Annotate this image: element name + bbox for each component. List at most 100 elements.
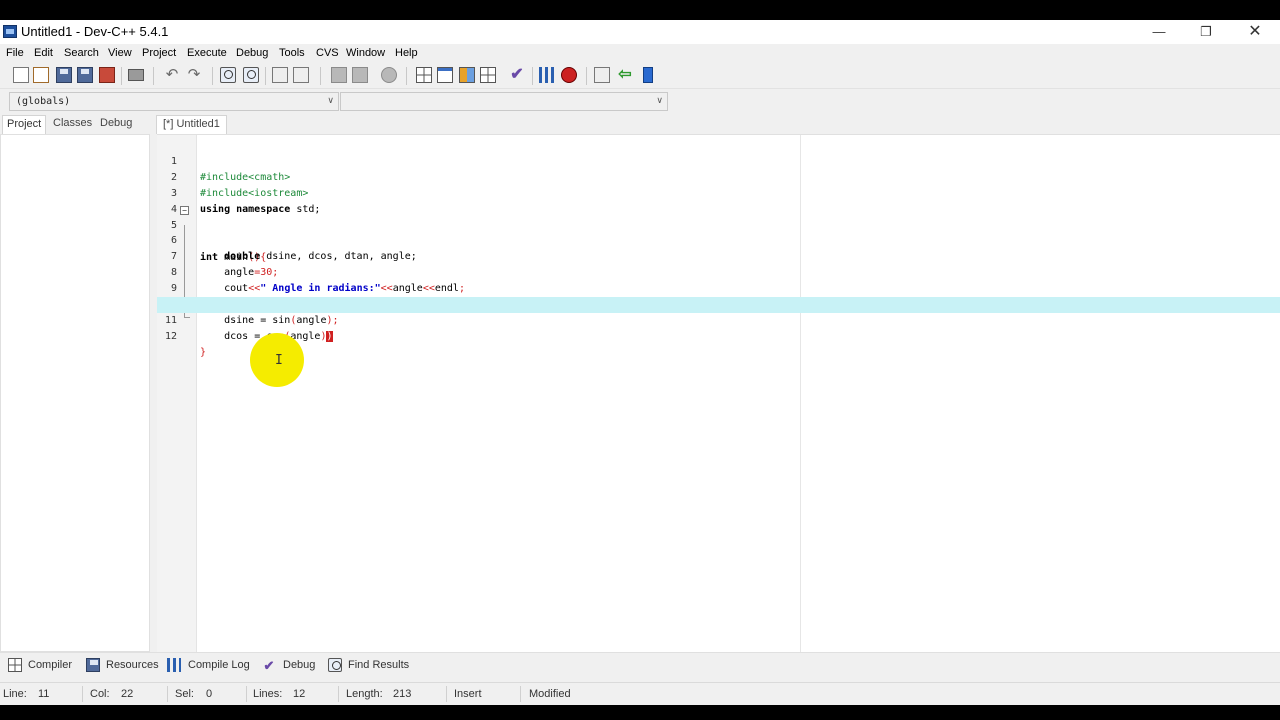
menu-cvs[interactable]: CVS <box>316 47 339 59</box>
insert-class-icon[interactable] <box>640 67 656 83</box>
debug-icon[interactable] <box>561 67 577 83</box>
goto-icon[interactable] <box>381 67 397 83</box>
syntax-check-icon[interactable]: ✔ <box>509 67 525 83</box>
tab-project[interactable]: Project <box>2 115 47 134</box>
undo-icon[interactable]: ↶ <box>164 67 180 83</box>
code-line: 7 angle=30; <box>157 233 1280 278</box>
save-icon[interactable] <box>56 67 72 83</box>
menu-bar: File Edit Search View Project Execute De… <box>0 44 1280 62</box>
tab-debug[interactable]: Debug <box>96 115 136 134</box>
tab-resources[interactable]: Resources <box>106 659 159 671</box>
close-button[interactable]: ✕ <box>1232 20 1278 44</box>
status-separator <box>338 686 339 702</box>
compile-run-icon[interactable] <box>459 67 475 83</box>
menu-view[interactable]: View <box>108 47 132 59</box>
status-separator <box>446 686 447 702</box>
tab-find-results[interactable]: Find Results <box>348 659 409 671</box>
status-separator <box>167 686 168 702</box>
code-line: 5 − int main(){ <box>157 202 1280 263</box>
member-combo[interactable]: ∨ <box>340 92 668 111</box>
devcpp-window: Untitled1 - Dev-C++ 5.4.1 — ❐ ✕ File Edi… <box>0 20 1280 705</box>
menu-execute[interactable]: Execute <box>187 47 227 59</box>
line-number: 12 <box>164 330 177 342</box>
run-icon[interactable] <box>437 67 453 83</box>
toolbar-separator <box>212 67 213 85</box>
status-lines-label: Lines: <box>253 688 283 700</box>
close-file-icon[interactable] <box>99 67 115 83</box>
status-sel-label: Sel: <box>175 688 194 700</box>
menu-edit[interactable]: Edit <box>34 47 53 59</box>
replace-icon[interactable] <box>243 67 259 83</box>
menu-help[interactable]: Help <box>395 47 418 59</box>
ibeam-cursor-icon: I <box>275 353 283 368</box>
current-code-line: 11 dcos = cos(angle)) <box>157 296 1280 342</box>
rebuild-icon[interactable] <box>480 67 496 83</box>
maximize-button[interactable]: ❐ <box>1183 20 1229 44</box>
resources-icon <box>86 658 100 672</box>
menu-file[interactable]: File <box>6 47 24 59</box>
code-line: 4 <box>157 186 1280 215</box>
tab-compile-log[interactable]: Compile Log <box>188 659 250 671</box>
profile-icon[interactable] <box>539 67 555 83</box>
compile-log-icon <box>167 658 181 672</box>
redo-icon[interactable]: ↷ <box>186 67 202 83</box>
back-icon[interactable] <box>331 67 347 83</box>
tab-classes[interactable]: Classes <box>49 115 96 134</box>
tab-debug-output[interactable]: Debug <box>283 659 315 671</box>
toolbar-separator <box>153 67 154 85</box>
debug-check-icon: ✔ <box>263 658 275 673</box>
project-panel[interactable] <box>0 134 150 652</box>
menu-tools[interactable]: Tools <box>279 47 305 59</box>
left-panel-tabs: Project Classes Debug <box>0 114 150 134</box>
class-combo-bar: (globals) ∨ ∨ <box>0 89 1280 114</box>
chevron-down-icon: ∨ <box>656 96 663 106</box>
compile-icon[interactable] <box>416 67 432 83</box>
code-editor[interactable]: 1 #include<cmath> 2 #include<iostream> 3… <box>157 134 1280 653</box>
new-file-icon[interactable] <box>13 67 29 83</box>
insert-class-icon-bar <box>643 67 653 83</box>
title-bar: Untitled1 - Dev-C++ 5.4.1 — ❐ ✕ <box>0 20 1280 44</box>
status-separator <box>82 686 83 702</box>
toolbar-separator <box>406 67 407 85</box>
find-icon[interactable] <box>220 67 236 83</box>
code-line: 8 cout<<" Angle in radians:"<<angle<<end… <box>157 249 1280 294</box>
import-icon[interactable]: ⇦ <box>617 67 633 83</box>
bottom-panel-tabs: Compiler Resources Compile Log ✔ Debug F… <box>0 652 1280 677</box>
main-toolbar: ↶ ↷ ✔ ⇦ <box>0 62 1280 89</box>
status-col-label: Col: <box>90 688 110 700</box>
window-title: Untitled1 - Dev-C++ 5.4.1 <box>21 24 169 39</box>
class-combo[interactable]: (globals) ∨ <box>9 92 339 111</box>
toolbar-separator <box>586 67 587 85</box>
find-results-icon <box>328 658 342 672</box>
code-line: 9 <box>157 265 1280 294</box>
toolbar-separator <box>121 67 122 85</box>
new-project-icon[interactable] <box>594 67 610 83</box>
status-separator <box>520 686 521 702</box>
open-file-icon[interactable] <box>33 67 49 83</box>
chevron-down-icon: ∨ <box>327 96 334 106</box>
fold-collapse-icon[interactable]: − <box>180 205 189 215</box>
unindent-icon[interactable] <box>293 67 309 83</box>
code-line: 1 #include<cmath> <box>157 138 1280 183</box>
menu-window[interactable]: Window <box>346 47 385 59</box>
status-line-label: Line: <box>3 688 27 700</box>
class-combo-value: (globals) <box>16 96 71 107</box>
save-all-icon[interactable] <box>77 67 93 83</box>
indent-icon[interactable] <box>272 67 288 83</box>
minimize-button[interactable]: — <box>1136 20 1182 44</box>
code-token: } <box>200 346 207 358</box>
toolbar-separator <box>265 67 266 85</box>
status-length-label: Length: <box>346 688 383 700</box>
menu-search[interactable]: Search <box>64 47 99 59</box>
print-icon[interactable] <box>128 69 144 81</box>
menu-project[interactable]: Project <box>142 47 176 59</box>
menu-debug[interactable]: Debug <box>236 47 268 59</box>
code-line: 3 using namespace std; <box>157 170 1280 215</box>
code-line: 2 #include<iostream> <box>157 154 1280 199</box>
forward-icon[interactable] <box>352 67 368 83</box>
status-state: Modified <box>529 688 571 700</box>
status-lines-value: 12 <box>293 688 306 700</box>
compiler-icon <box>8 658 22 672</box>
editor-tab-untitled1[interactable]: [*] Untitled1 <box>156 115 227 134</box>
tab-compiler[interactable]: Compiler <box>28 659 72 671</box>
